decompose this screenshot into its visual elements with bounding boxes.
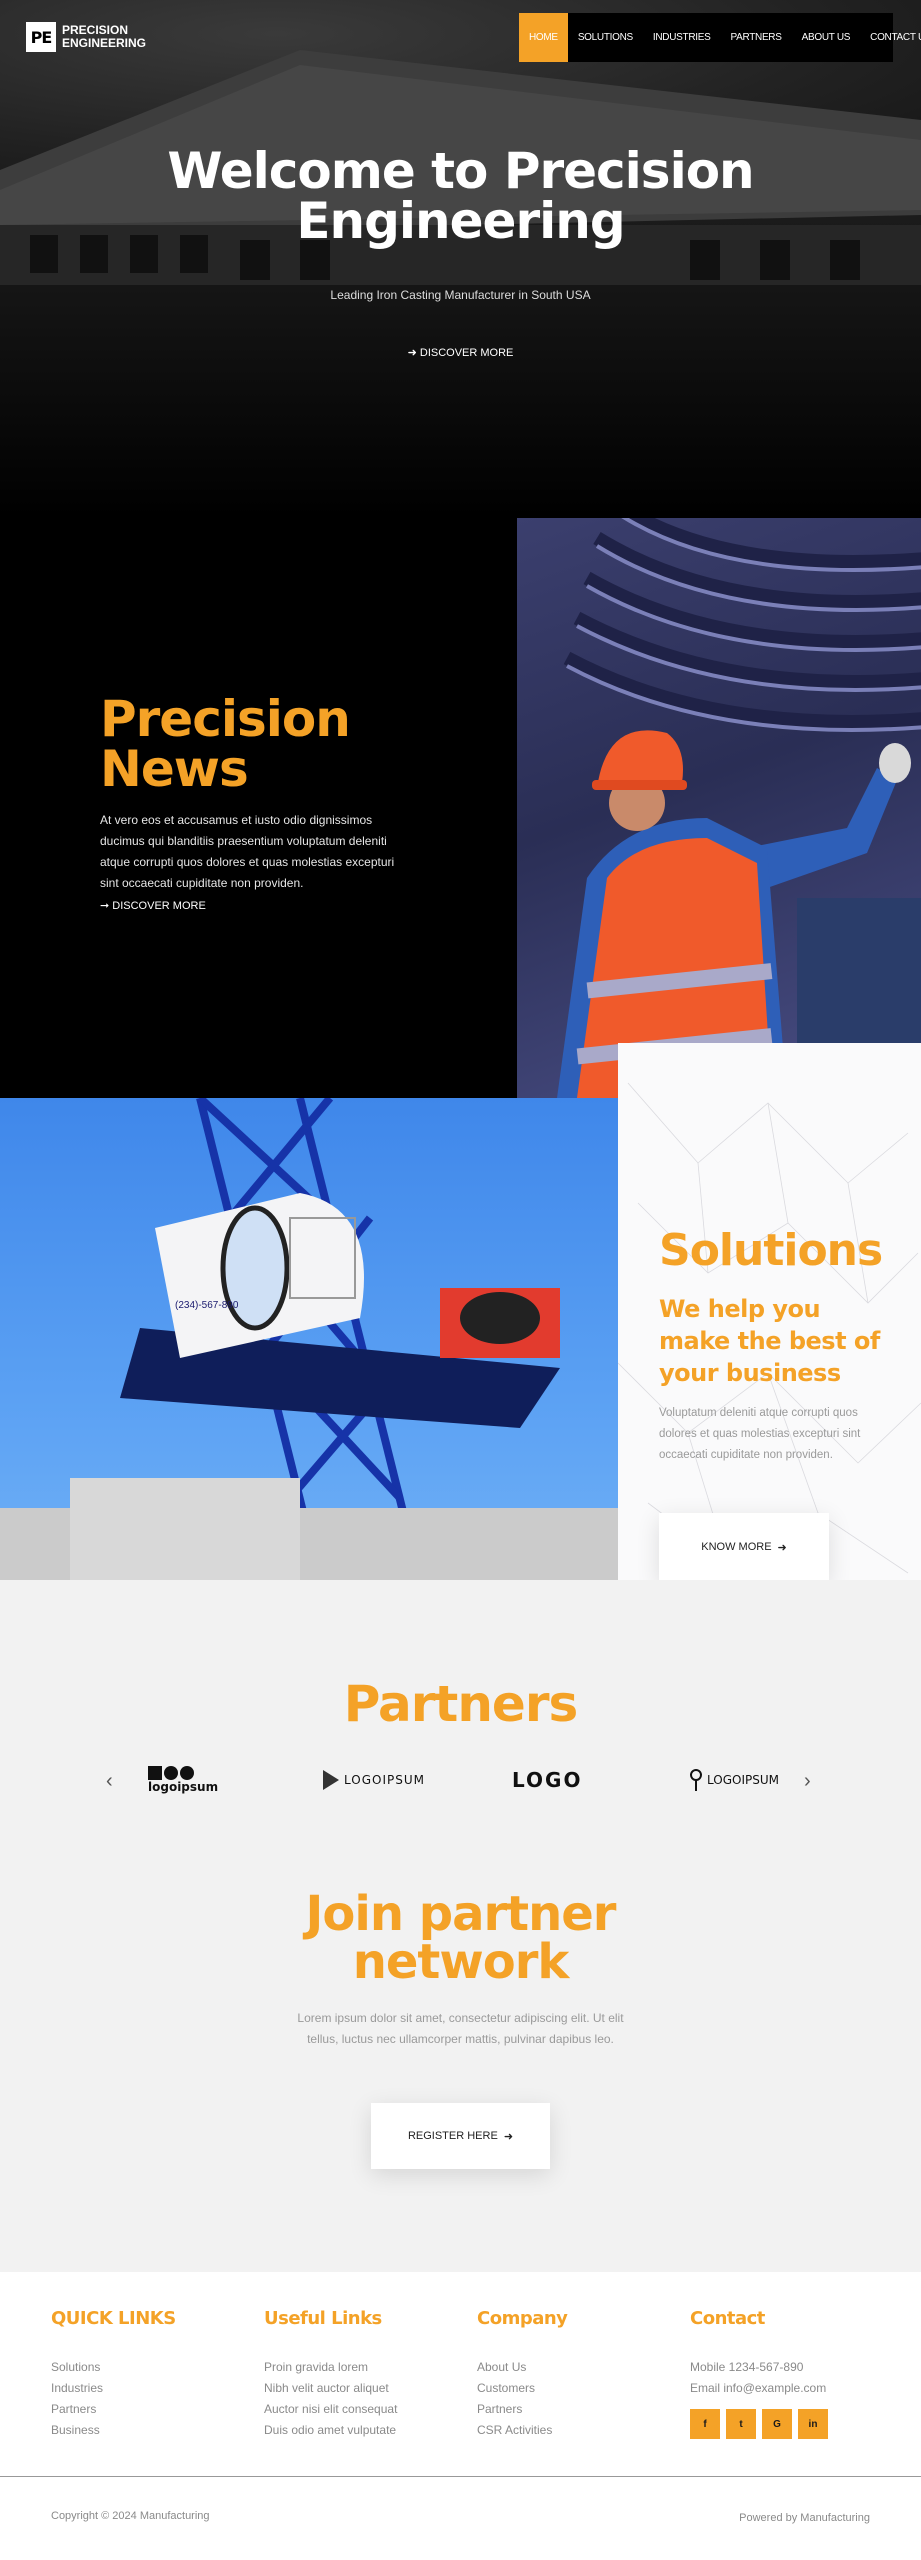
arrow-right-icon: ➜ <box>777 1541 787 1554</box>
social-links: f t G in <box>690 2409 890 2439</box>
join-title-line-2: network <box>352 1934 570 1990</box>
partner-logo-2-icon <box>323 1770 339 1790</box>
footer: QUICK LINKS Solutions Industries Partner… <box>0 2272 921 2560</box>
footer-link[interactable]: Auctor nisi elit consequat <box>264 2399 464 2420</box>
hero-title: Welcome to Precision Engineering <box>0 146 921 246</box>
logo-text: PRECISION ENGINEERING <box>62 24 146 50</box>
solutions-body: Voluptatum deleniti atque corrupti quos … <box>659 1407 861 1461</box>
partner-logo-4[interactable]: LOGOIPSUM <box>690 1760 779 1800</box>
footer-contact: Contact Mobile 1234-567-890 Email info@e… <box>690 2308 890 2439</box>
join-title-line-1: Join partner <box>305 1886 617 1942</box>
nav-contact-us[interactable]: CONTACT US <box>860 13 921 62</box>
logo-line-2: ENGINEERING <box>62 36 147 50</box>
footer-useful-links: Useful Links Proin gravida lorem Nibh ve… <box>264 2308 464 2441</box>
useful-links-title: Useful Links <box>264 2308 382 2329</box>
partner-logo-4-text: LOGOIPSUM <box>707 1773 779 1787</box>
brand-logo[interactable]: PE PRECISION ENGINEERING <box>26 22 146 52</box>
footer-link[interactable]: CSR Activities <box>477 2420 677 2441</box>
partner-logo-3[interactable]: LOGO <box>512 1760 582 1800</box>
solutions-title: Solutions <box>659 1225 883 1276</box>
news-title-line-1: Precision <box>100 690 351 748</box>
twitter-icon[interactable]: t <box>726 2409 756 2439</box>
news-title: Precision News <box>100 690 351 798</box>
hero-title-line-2: Engineering <box>296 192 625 250</box>
arrow-right-icon: ➜ <box>503 2130 514 2143</box>
hero-discover-more-link[interactable]: ➜ DISCOVER MORE <box>0 346 921 359</box>
nav-industries[interactable]: INDUSTRIES <box>643 13 721 62</box>
join-partner-title: Join partner network <box>0 1890 921 1986</box>
footer-link[interactable]: Partners <box>477 2399 677 2420</box>
logo-mark: PE <box>26 22 56 52</box>
footer-divider <box>0 2476 921 2477</box>
news-title-line-2: News <box>100 740 249 798</box>
partner-logo-2-text: LOGOIPSUM <box>344 1773 425 1787</box>
partner-logo-1-text: logoipsum <box>148 1780 219 1794</box>
footer-link[interactable]: Business <box>51 2420 251 2441</box>
footer-link[interactable]: Nibh velit auctor aliquet <box>264 2378 464 2399</box>
know-more-label: KNOW MORE <box>701 1541 772 1553</box>
partners-title: Partners <box>343 1675 579 1733</box>
news-section: Precision News At vero eos et accusamus … <box>0 518 921 1098</box>
main-nav: HOME SOLUTIONS INDUSTRIES PARTNERS ABOUT… <box>519 13 921 62</box>
arrow-right-icon: ➞ <box>100 900 113 912</box>
crane-image: (234)-567-890 <box>0 1098 618 1580</box>
chevron-right-icon[interactable]: › <box>804 1770 811 1793</box>
partner-logo-4-icon <box>690 1769 702 1791</box>
hero-cta-label: DISCOVER MORE <box>419 347 514 359</box>
chevron-left-icon[interactable]: ‹ <box>106 1770 113 1793</box>
contact-title: Contact <box>690 2308 765 2329</box>
quick-links-title: QUICK LINKS <box>51 2308 176 2329</box>
worker-image <box>517 518 921 1098</box>
footer-company: Company About Us Customers Partners CSR … <box>477 2308 677 2441</box>
footer-link[interactable]: Proin gravida lorem <box>264 2357 464 2378</box>
news-discover-more-link[interactable]: ➞ DISCOVER MORE <box>100 899 206 912</box>
solutions-section: Solutions We help you make the best of y… <box>618 1043 921 1580</box>
linkedin-icon[interactable]: in <box>798 2409 828 2439</box>
register-here-button[interactable]: REGISTER HERE ➜ <box>371 2103 550 2169</box>
copyright-text: Copyright © 2024 Manufacturing <box>51 2510 210 2522</box>
partner-logo-2[interactable]: LOGOIPSUM <box>323 1760 425 1800</box>
nav-solutions[interactable]: SOLUTIONS <box>568 13 643 62</box>
news-body: At vero eos et accusamus et iusto odio d… <box>100 813 395 890</box>
footer-link[interactable]: Duis odio amet vulputate <box>264 2420 464 2441</box>
solutions-subtitle: We help you make the best of your busine… <box>659 1295 880 1387</box>
hero-title-line-1: Welcome to Precision <box>167 142 754 200</box>
news-cta-label: DISCOVER MORE <box>112 900 206 912</box>
contact-mobile: Mobile 1234-567-890 <box>690 2360 804 2374</box>
arrow-right-icon: ➜ <box>407 347 420 359</box>
nav-about-us[interactable]: ABOUT US <box>792 13 861 62</box>
company-title: Company <box>477 2308 568 2329</box>
crane-phone: (234)-567-890 <box>175 1300 239 1311</box>
register-here-label: REGISTER HERE <box>407 2130 498 2142</box>
powered-by-text: Powered by Manufacturing <box>739 2512 870 2524</box>
footer-link[interactable]: Solutions <box>51 2357 251 2378</box>
hero-section: PE PRECISION ENGINEERING HOME SOLUTIONS … <box>0 0 921 518</box>
partner-logo-3-text: LOGO <box>512 1768 583 1792</box>
google-icon[interactable]: G <box>762 2409 792 2439</box>
join-partner-body: Lorem ipsum dolor sit amet, consectetur … <box>297 2011 624 2046</box>
contact-email[interactable]: Email info@example.com <box>690 2378 890 2399</box>
nav-partners[interactable]: PARTNERS <box>720 13 791 62</box>
footer-link[interactable]: Partners <box>51 2399 251 2420</box>
footer-quick-links: QUICK LINKS Solutions Industries Partner… <box>51 2308 251 2441</box>
footer-link[interactable]: Industries <box>51 2378 251 2399</box>
footer-link[interactable]: About Us <box>477 2357 677 2378</box>
footer-link[interactable]: Customers <box>477 2378 677 2399</box>
know-more-button[interactable]: KNOW MORE ➜ <box>659 1513 829 1580</box>
facebook-icon[interactable]: f <box>690 2409 720 2439</box>
partner-logo-1[interactable]: logoipsum <box>148 1760 218 1800</box>
partners-section: Partners ‹ › logoipsum LOGOIPSUM LOGO LO… <box>0 1580 921 2272</box>
nav-home[interactable]: HOME <box>519 13 568 62</box>
hero-subtitle: Leading Iron Casting Manufacturer in Sou… <box>330 288 591 302</box>
partner-logo-1-mark: logoipsum <box>148 1766 218 1794</box>
